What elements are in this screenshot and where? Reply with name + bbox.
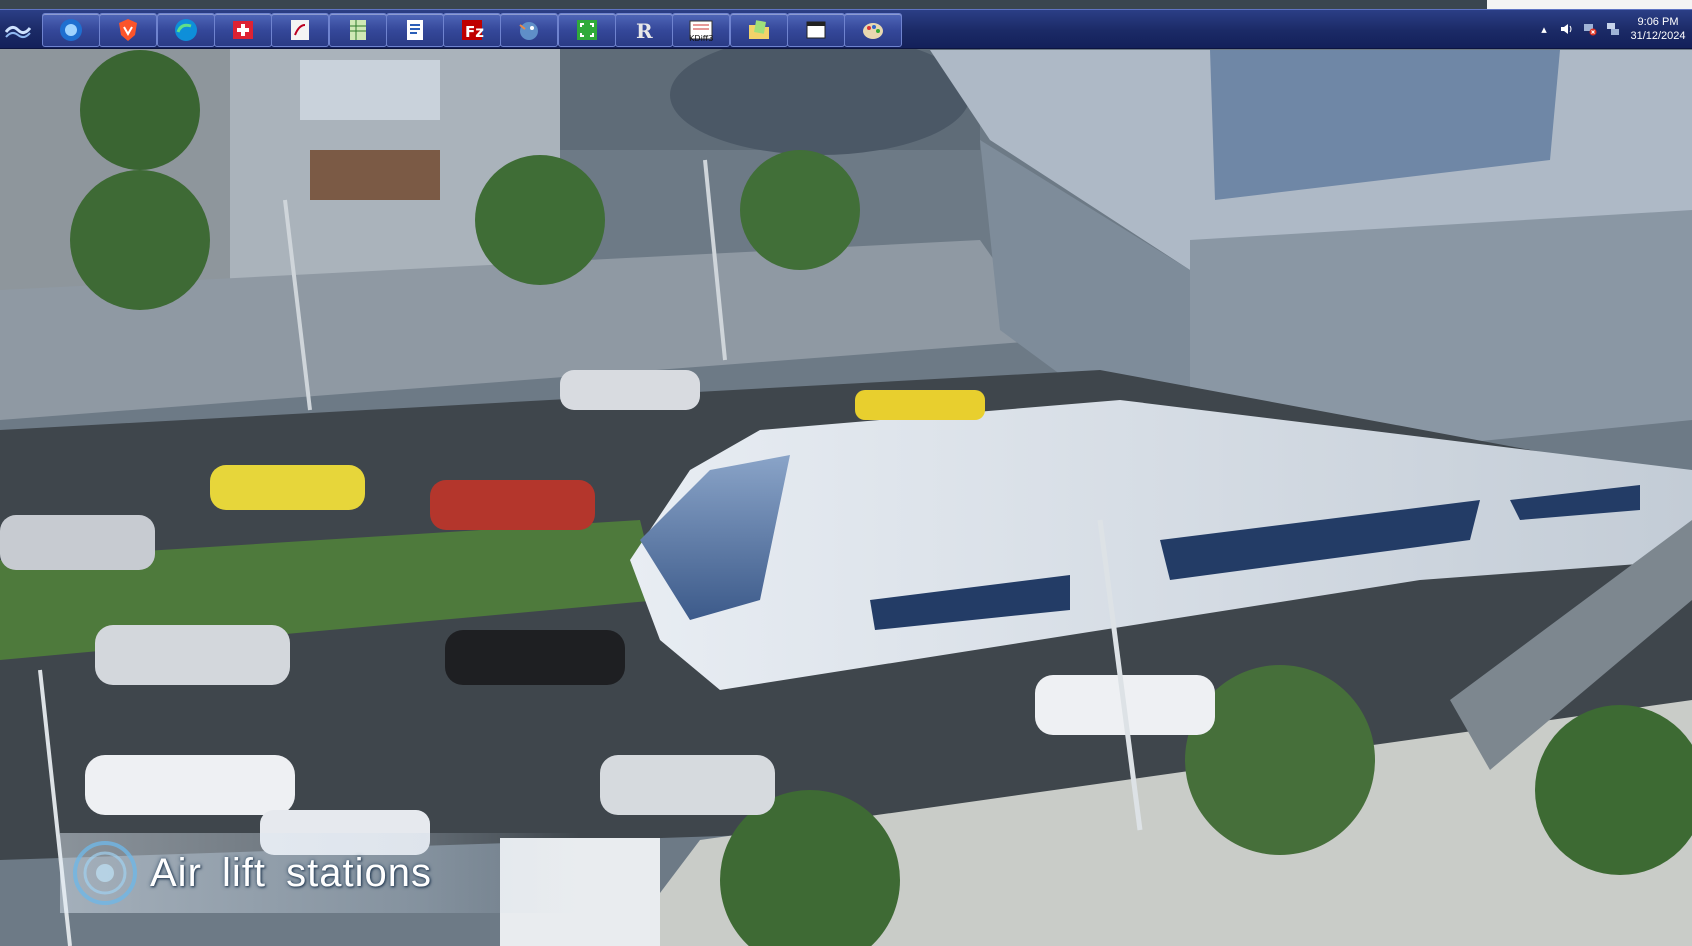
taskbar-app-button[interactable] (500, 13, 559, 47)
taskbar: Fz R KDiff3 ▴ 9:06 PM 31/12/2024 (0, 9, 1692, 49)
speaker-icon[interactable] (1559, 21, 1575, 37)
document-icon (406, 20, 423, 40)
taskbar-app-button[interactable] (786, 13, 845, 47)
network-error-icon[interactable] (1582, 21, 1598, 37)
taskbar-app-button[interactable] (385, 13, 444, 47)
bird-app-icon (519, 22, 539, 40)
svg-text:Fz: Fz (465, 23, 484, 41)
clock-date: 31/12/2024 (1630, 30, 1686, 42)
taskbar-app-label: KDiff3 (689, 34, 714, 43)
chevron-up-icon[interactable]: ▴ (1536, 21, 1552, 37)
screen-top-strip (0, 0, 1692, 9)
edge-browser-icon (174, 19, 197, 41)
caption-text: Air lift stations (150, 850, 432, 895)
window-icon (806, 21, 826, 39)
swan-app-icon (291, 20, 310, 40)
taskbar-app-button[interactable] (99, 13, 158, 47)
taskbar-app-button[interactable] (156, 13, 215, 47)
taskbar-app-button[interactable] (213, 13, 272, 47)
system-clock[interactable]: 9:06 PM 31/12/2024 (1628, 15, 1688, 43)
video-caption: Air lift stations (60, 833, 580, 913)
folder-notes-icon (748, 20, 769, 39)
r-app-icon: R (636, 19, 653, 43)
taskbar-app-button[interactable]: R (615, 13, 673, 47)
taskbar-app-button[interactable] (328, 13, 387, 47)
start-button[interactable] (0, 14, 36, 46)
paint-palette-icon (863, 23, 884, 39)
spreadsheet-icon (349, 20, 366, 40)
taskbar-app-button[interactable]: Fz (443, 13, 502, 47)
brave-browser-icon (119, 19, 138, 41)
taskbar-app-button[interactable] (557, 13, 616, 47)
taskbar-app-button[interactable] (271, 13, 330, 47)
app-1-icon (60, 19, 82, 41)
caption-ring-logo-icon (73, 841, 137, 905)
filezilla-icon: Fz (462, 20, 484, 41)
start-wave-icon (5, 25, 31, 39)
taskbar-app-button[interactable]: KDiff3 (672, 13, 731, 47)
taskbar-app-button[interactable] (844, 13, 903, 47)
svg-text:R: R (636, 19, 653, 43)
system-tray: ▴ 9:06 PM 31/12/2024 (1512, 10, 1692, 48)
screenshot-app-icon (576, 20, 597, 40)
taskbar-app-button[interactable] (42, 13, 100, 47)
taskbar-app-button[interactable] (729, 13, 788, 47)
network-icon[interactable] (1605, 21, 1621, 37)
video-frame-scene (0, 0, 1692, 946)
red-cross-app-icon (232, 21, 253, 39)
clock-time: 9:06 PM (1637, 16, 1679, 28)
